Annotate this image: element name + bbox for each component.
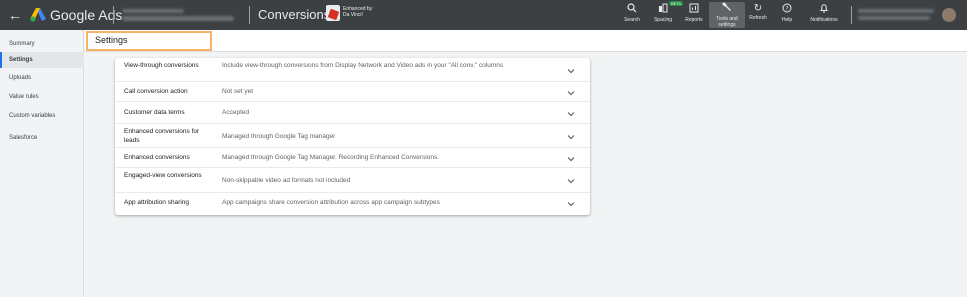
reports-button[interactable]: Reports: [676, 3, 712, 23]
sidebar-item-value-rules[interactable]: Value rules: [0, 89, 84, 105]
settings-row-engaged-view[interactable]: Engaged-view conversions Non-skippable v…: [115, 168, 590, 193]
enhanced-badge-icon: [326, 5, 340, 21]
notifications-button[interactable]: Notifications: [800, 3, 848, 23]
chevron-down-icon[interactable]: [566, 132, 576, 142]
page-heading-settings: Settings: [95, 35, 128, 45]
reports-icon: [676, 3, 712, 17]
row-value: Not set yet: [222, 88, 254, 95]
chevron-down-icon[interactable]: [566, 88, 576, 98]
chevron-down-icon[interactable]: [566, 66, 576, 76]
row-value: Managed through Google Tag manager: [222, 133, 336, 140]
sidebar-item-settings[interactable]: Settings: [0, 52, 84, 68]
bell-icon: [800, 3, 848, 17]
row-label: Call conversion action: [124, 88, 188, 95]
settings-row-enhanced-conversions[interactable]: Enhanced conversions Managed through Goo…: [115, 148, 590, 168]
chevron-down-icon[interactable]: [566, 176, 576, 186]
row-label: Customer data terms: [124, 109, 185, 116]
sidebar-item-salesforce[interactable]: Salesforce: [0, 130, 84, 146]
divider: [113, 6, 114, 24]
row-value: Managed through Google Tag Manager. Reco…: [222, 154, 440, 161]
row-value: Include view-through conversions from Di…: [222, 62, 504, 69]
chevron-down-icon[interactable]: [566, 199, 576, 209]
settings-row-view-through[interactable]: View-through conversions Include view-th…: [115, 58, 590, 82]
settings-row-call-conversion[interactable]: Call conversion action Not set yet: [115, 82, 590, 102]
settings-row-app-attribution[interactable]: App attribution sharing App campaigns sh…: [115, 193, 590, 215]
sidebar-item-custom-variables[interactable]: Custom variables: [0, 108, 84, 124]
settings-row-customer-data-terms[interactable]: Customer data terms Accepted: [115, 102, 590, 124]
settings-row-enhanced-leads[interactable]: Enhanced conversions for leads Managed t…: [115, 124, 590, 148]
enhanced-by-label: Enhanced by Da Vinci!: [343, 6, 373, 18]
row-label: App attribution sharing: [124, 199, 190, 206]
back-arrow-icon[interactable]: ←: [8, 7, 22, 23]
sidebar-item-uploads[interactable]: Uploads: [0, 70, 84, 86]
chevron-down-icon[interactable]: [566, 109, 576, 119]
sidebar: Summary Settings Uploads Value rules Cus…: [0, 30, 84, 297]
settings-header: Settings: [85, 30, 967, 52]
divider: [249, 6, 250, 24]
page-title: Conversions: [258, 7, 331, 22]
settings-card: View-through conversions Include view-th…: [115, 58, 590, 215]
avatar[interactable]: [942, 8, 956, 22]
row-value: App campaigns share conversion attributi…: [222, 199, 440, 206]
row-value: Non-skippable video ad formats not inclu…: [222, 177, 351, 184]
row-label: Engaged-view conversions: [124, 172, 202, 179]
top-app-bar: ← Google Ads Conversions Enhanced by Da …: [0, 0, 967, 30]
divider: [851, 6, 852, 24]
row-label: Enhanced conversions: [124, 154, 190, 161]
google-ads-logo-icon: [30, 8, 46, 22]
svg-text:?: ?: [785, 5, 788, 12]
row-value: Accepted: [222, 109, 250, 116]
sidebar-item-summary[interactable]: Summary: [0, 36, 84, 52]
row-label: Enhanced conversions for leads: [124, 128, 200, 144]
brand-name: Google Ads: [50, 7, 123, 23]
chevron-down-icon[interactable]: [566, 154, 576, 164]
row-label: View-through conversions: [124, 62, 199, 69]
